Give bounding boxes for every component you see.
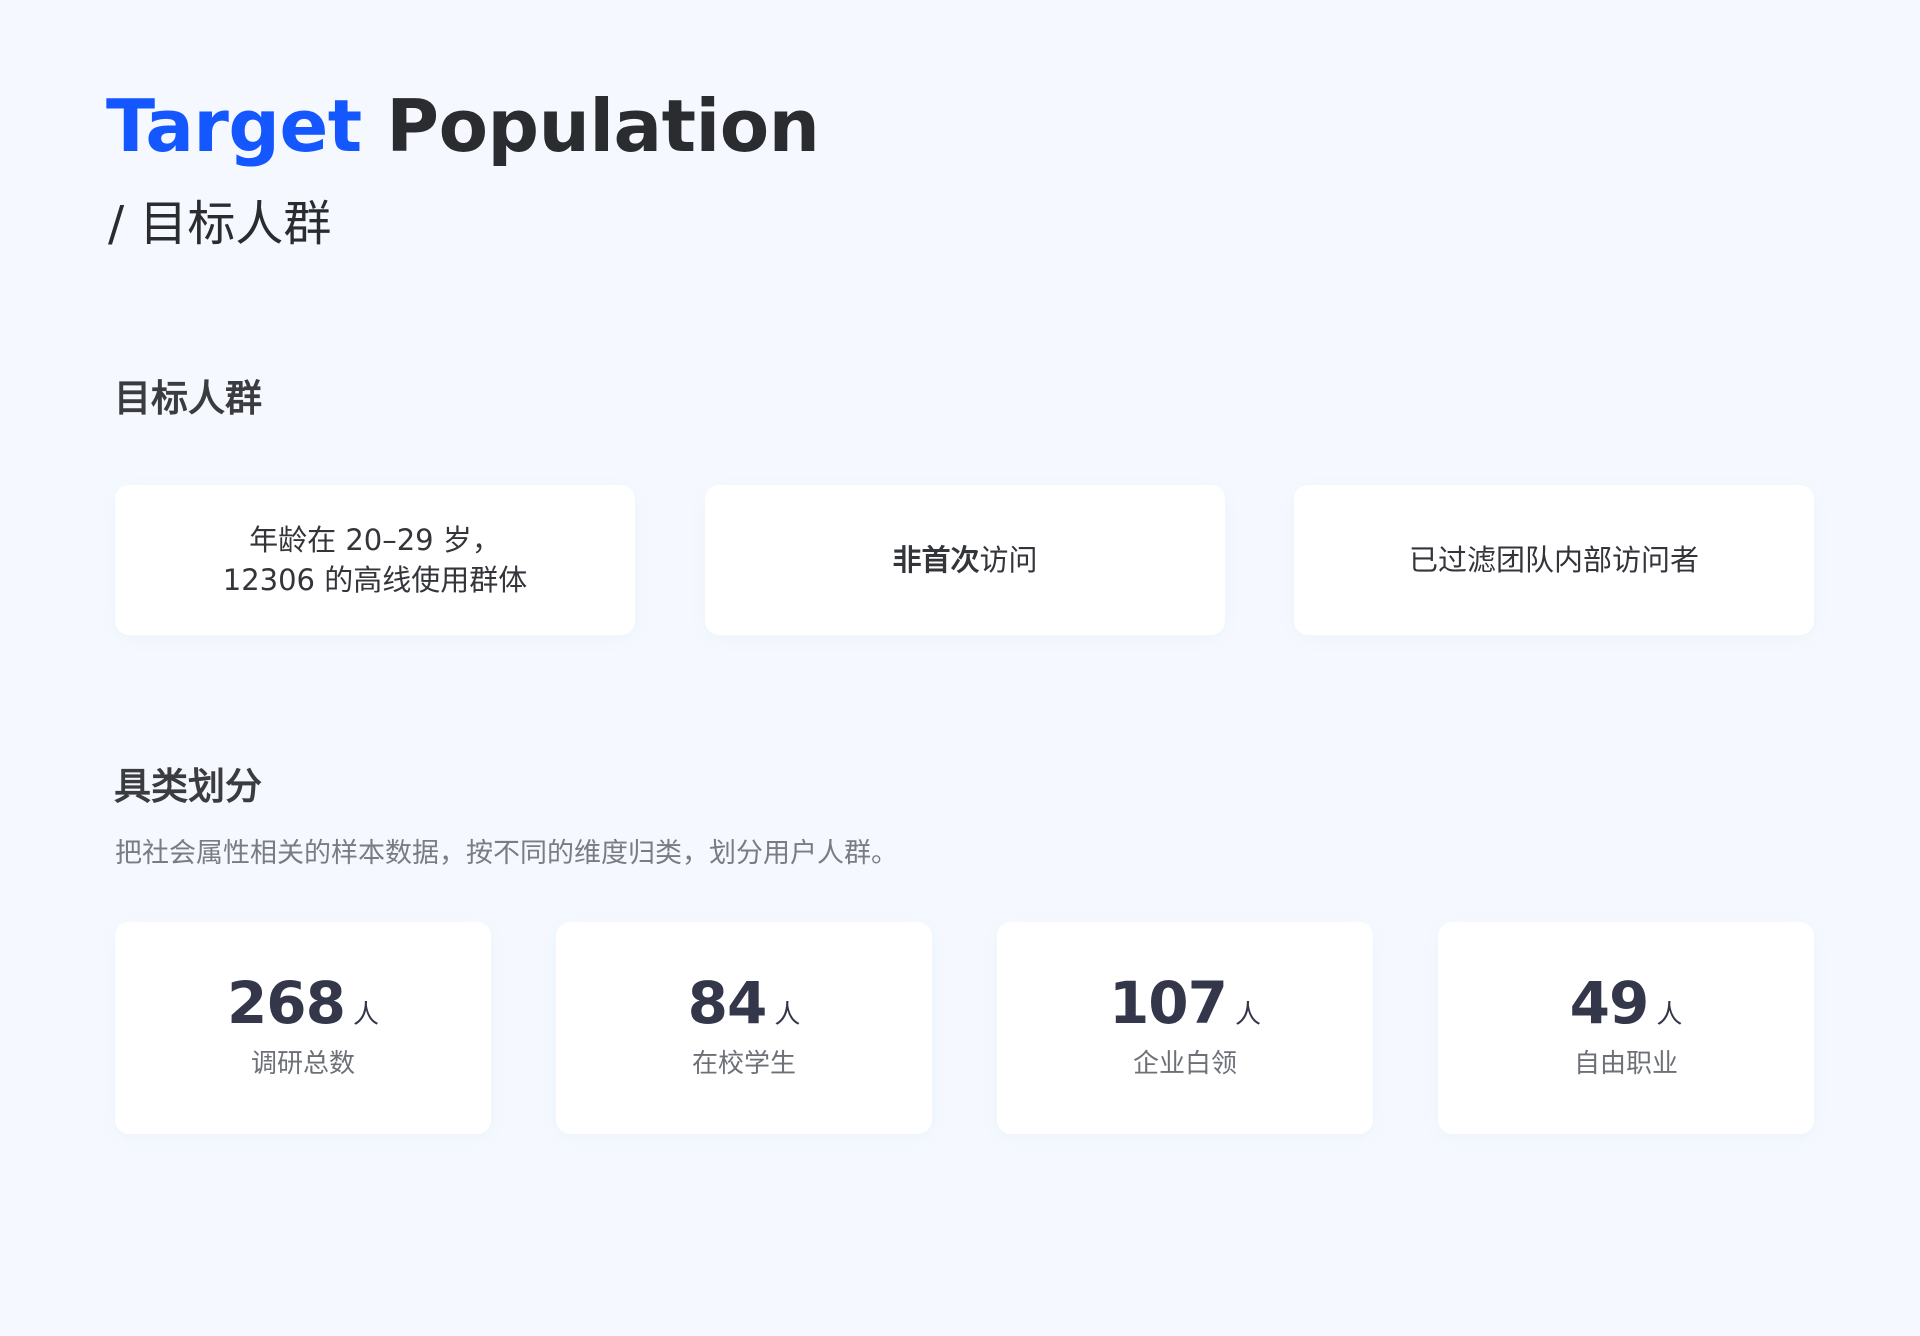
stat-freelance-unit: 人 [1656, 1000, 1683, 1030]
stat-total-value: 268 [226, 969, 346, 1037]
stat-card-office-workers: 107 人 企业白领 [997, 922, 1373, 1134]
target-card-visit-normal: 访问 [979, 543, 1038, 577]
target-card-visit-bold: 非首次 [892, 543, 980, 577]
stat-office-label: 企业白领 [1132, 1049, 1237, 1079]
page-title-rest: Population [386, 84, 820, 168]
stat-card-freelancers: 49 人 自由职业 [1438, 922, 1814, 1134]
stat-card-total: 268 人 调研总数 [115, 922, 491, 1134]
target-card-filter: 已过滤团队内部访问者 [1294, 485, 1814, 635]
target-card-age: 年龄在 20–29 岁， 12306 的高线使用群体 [115, 485, 635, 635]
stat-students-label: 在校学生 [691, 1049, 796, 1079]
page-subtitle: / 目标人群 [108, 196, 332, 252]
target-card-filter-text: 已过滤团队内部访问者 [1408, 543, 1699, 577]
target-card-age-line2: 12306 的高线使用群体 [222, 563, 528, 597]
page-title-accent: Target [106, 84, 362, 168]
stat-freelance-value: 49 [1569, 969, 1650, 1037]
stat-office-unit: 人 [1235, 1000, 1262, 1030]
stat-students-unit: 人 [774, 1000, 801, 1030]
target-card-age-line1: 年龄在 20–29 岁， [249, 523, 501, 557]
target-section-title: 目标人群 [114, 377, 262, 420]
stat-students-value: 84 [687, 969, 768, 1037]
stat-total-unit: 人 [353, 1000, 380, 1030]
page-title: Target Population [106, 84, 820, 168]
target-card-visit: 非首次访问 [705, 485, 1225, 635]
segment-section-title: 具类划分 [114, 765, 262, 808]
stat-office-value: 107 [1108, 969, 1228, 1037]
stat-total-label: 调研总数 [250, 1049, 355, 1079]
stat-card-students: 84 人 在校学生 [556, 922, 932, 1134]
segment-section-description: 把社会属性相关的样本数据，按不同的维度归类，划分用户人群。 [115, 838, 898, 869]
stat-freelance-label: 自由职业 [1573, 1049, 1678, 1079]
